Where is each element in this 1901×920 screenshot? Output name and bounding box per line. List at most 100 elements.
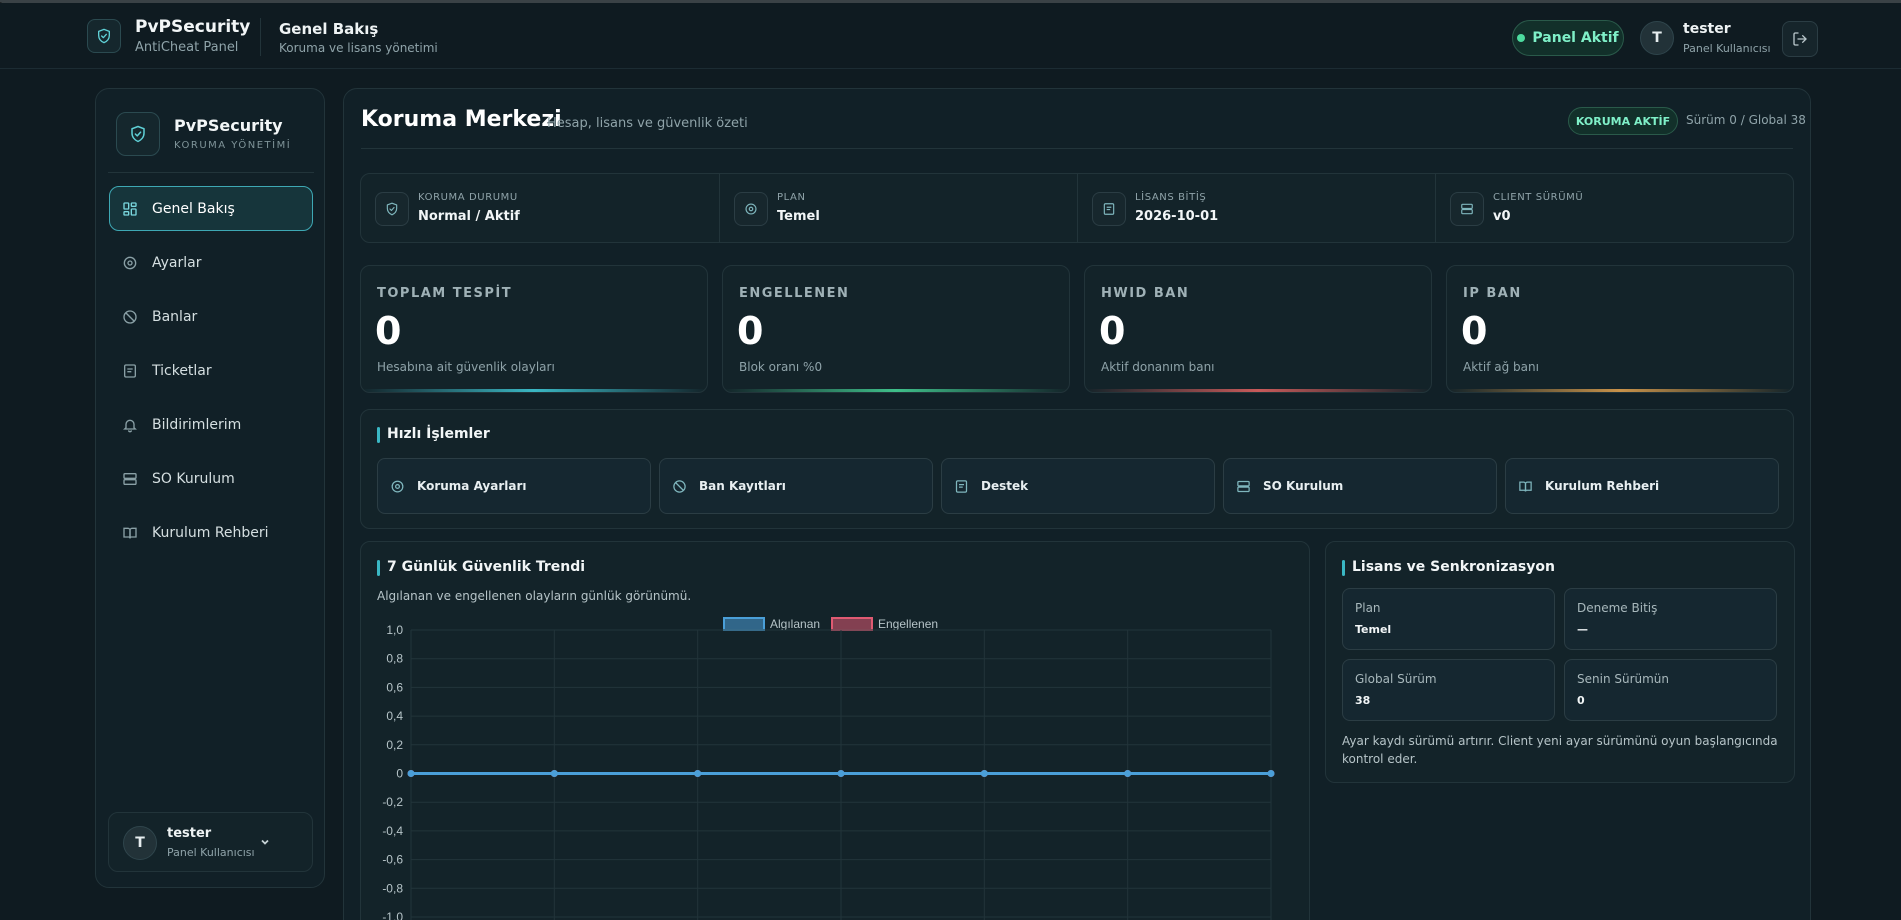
sidebar-item-banlar[interactable]: Banlar bbox=[109, 294, 313, 339]
stat-accent-bar bbox=[723, 389, 1069, 392]
stat-accent-bar bbox=[1085, 389, 1431, 392]
trend-title: 7 Günlük Güvenlik Trendi bbox=[377, 559, 585, 576]
content-title: Koruma Merkezi bbox=[361, 107, 562, 132]
license-my-version-cell: Senin Sürümün 0 bbox=[1564, 659, 1777, 721]
content-subtitle: Hesap, lisans ve güvenlik özeti bbox=[547, 116, 748, 131]
info-strip: KORUMA DURUMU Normal / Aktif PLAN Temel … bbox=[360, 173, 1794, 243]
license-label: Senin Sürümün bbox=[1577, 672, 1670, 686]
shield-icon bbox=[375, 192, 409, 226]
data-point bbox=[407, 770, 415, 777]
panel-status-label: Panel Aktif bbox=[1532, 30, 1619, 46]
sidebar-divider bbox=[108, 172, 314, 173]
grid-icon bbox=[122, 201, 138, 217]
sidebar-item-ticketlar[interactable]: Ticketlar bbox=[109, 348, 313, 393]
chevron-down-icon bbox=[261, 839, 269, 845]
sidebar-item-label: Ayarlar bbox=[152, 254, 202, 271]
ticket-icon bbox=[122, 363, 138, 379]
user-name: tester bbox=[1683, 21, 1731, 37]
trend-chart-panel: 7 Günlük Güvenlik Trendi Algılanan ve en… bbox=[360, 541, 1310, 920]
button-label: Ban Kayıtları bbox=[699, 479, 786, 493]
license-value: — bbox=[1577, 623, 1588, 636]
info-label: PLAN bbox=[777, 192, 806, 203]
license-value: 38 bbox=[1355, 694, 1371, 707]
kurulum-rehberi-button[interactable]: Kurulum Rehberi bbox=[1505, 458, 1779, 514]
sidebar-item-kurulum-rehberi[interactable]: Kurulum Rehberi bbox=[109, 510, 313, 555]
sidebar-item-so-kurulum[interactable]: SO Kurulum bbox=[109, 456, 313, 501]
shield-icon bbox=[87, 19, 121, 53]
so-kurulum-button[interactable]: SO Kurulum bbox=[1223, 458, 1497, 514]
logout-icon bbox=[1793, 32, 1807, 46]
avatar[interactable]: T bbox=[1640, 21, 1674, 55]
stat-accent-bar bbox=[361, 389, 707, 392]
y-tick-label: 0,6 bbox=[386, 680, 403, 694]
header-divider bbox=[260, 18, 261, 56]
stat-description: Blok oranı %0 bbox=[739, 360, 823, 374]
document-icon bbox=[1092, 192, 1126, 226]
stat-label: TOPLAM TESPİT bbox=[377, 286, 513, 301]
title-divider bbox=[361, 148, 1793, 149]
server-icon bbox=[1450, 192, 1484, 226]
sidebar-item-label: Banlar bbox=[152, 308, 198, 325]
sidebar-brand-subtitle: KORUMA YÖNETİMİ bbox=[174, 140, 292, 151]
book-icon bbox=[122, 525, 138, 541]
stat-value: 0 bbox=[375, 309, 402, 353]
settings-icon bbox=[734, 192, 768, 226]
stat-label: ENGELLENEN bbox=[739, 286, 850, 301]
info-label: LİSANS BİTİŞ bbox=[1135, 192, 1207, 203]
shield-icon bbox=[116, 112, 160, 156]
y-tick-label: -0,4 bbox=[382, 824, 403, 838]
top-header: PvPSecurity AntiCheat Panel Genel Bakış … bbox=[0, 3, 1901, 69]
stat-card-engellenen: ENGELLENEN 0 Blok oranı %0 bbox=[722, 265, 1070, 393]
data-point bbox=[694, 770, 702, 777]
info-value: Normal / Aktif bbox=[418, 209, 520, 224]
license-label: Deneme Bitiş bbox=[1577, 601, 1658, 615]
version-text: Sürüm 0 / Global 38 bbox=[1686, 113, 1806, 127]
sidebar-brand-name: PvPSecurity bbox=[174, 116, 283, 135]
sidebar-item-label: SO Kurulum bbox=[152, 470, 235, 487]
sidebar-item-label: Ticketlar bbox=[152, 362, 212, 379]
data-point bbox=[980, 770, 988, 777]
data-point bbox=[550, 770, 558, 777]
status-dot-icon bbox=[1517, 34, 1526, 42]
panel-status-badge: Panel Aktif bbox=[1512, 20, 1624, 56]
y-tick-label: 0,8 bbox=[386, 652, 403, 666]
stat-value: 0 bbox=[737, 309, 764, 353]
license-value: 0 bbox=[1577, 694, 1585, 707]
legend-swatch bbox=[831, 617, 873, 631]
data-point bbox=[1267, 770, 1275, 777]
sidebar-item-label: Genel Bakış bbox=[152, 200, 235, 217]
legend-label: Algılanan bbox=[770, 617, 820, 631]
trend-subtitle: Algılanan ve engellenen olayların günlük… bbox=[377, 589, 692, 603]
logout-button[interactable] bbox=[1782, 21, 1818, 57]
sidebar-item-genel-bakis[interactable]: Genel Bakış bbox=[109, 186, 313, 231]
stat-description: Aktif ağ banı bbox=[1463, 360, 1539, 374]
data-point bbox=[837, 770, 845, 777]
info-value: 2026-10-01 bbox=[1135, 209, 1219, 224]
license-label: Plan bbox=[1355, 601, 1381, 615]
sidebar-item-bildirimlerim[interactable]: Bildirimlerim bbox=[109, 402, 313, 447]
data-point bbox=[1124, 770, 1132, 777]
license-trial-cell: Deneme Bitiş — bbox=[1564, 588, 1777, 650]
y-tick-label: -0,8 bbox=[382, 881, 403, 895]
ban-kayitlari-button[interactable]: Ban Kayıtları bbox=[659, 458, 933, 514]
y-tick-label: 0 bbox=[396, 767, 403, 781]
y-tick-label: 0,2 bbox=[386, 738, 403, 752]
sidebar-user-menu[interactable]: T tester Panel Kullanıcısı bbox=[108, 812, 313, 872]
koruma-ayarlari-button[interactable]: Koruma Ayarları bbox=[377, 458, 651, 514]
page-title: Genel Bakış bbox=[279, 20, 379, 38]
y-tick-label: -1,0 bbox=[382, 910, 403, 920]
brand-subtitle: AntiCheat Panel bbox=[135, 40, 239, 55]
license-title: Lisans ve Senkronizasyon bbox=[1342, 559, 1555, 576]
destek-button[interactable]: Destek bbox=[941, 458, 1215, 514]
page-subtitle: Koruma ve lisans yönetimi bbox=[279, 41, 438, 55]
stat-card-hwid-ban: HWID BAN 0 Aktif donanım banı bbox=[1084, 265, 1432, 393]
button-label: Koruma Ayarları bbox=[417, 479, 527, 493]
sidebar-item-ayarlar[interactable]: Ayarlar bbox=[109, 240, 313, 285]
info-value: Temel bbox=[777, 209, 820, 224]
status-badge: KORUMA AKTİF bbox=[1568, 107, 1678, 135]
avatar: T bbox=[123, 826, 157, 860]
stat-description: Aktif donanım banı bbox=[1101, 360, 1215, 374]
license-value: Temel bbox=[1355, 623, 1392, 636]
sidebar-user-role: Panel Kullanıcısı bbox=[167, 846, 255, 859]
license-label: Global Sürüm bbox=[1355, 672, 1437, 686]
